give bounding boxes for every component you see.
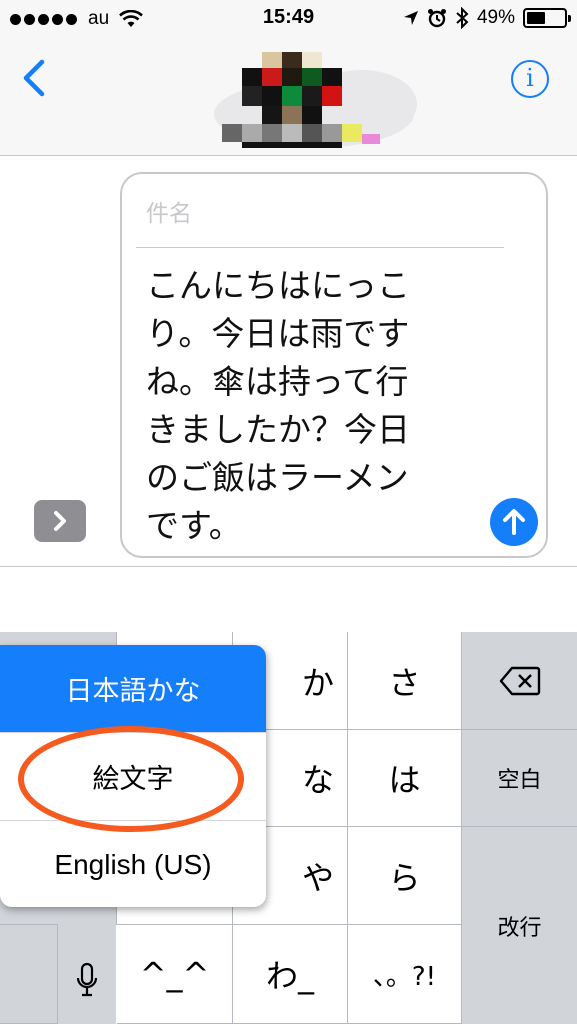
send-button[interactable] [490, 498, 538, 546]
key-ra[interactable]: ら [348, 827, 462, 925]
language-option-english[interactable]: English (US) [0, 821, 266, 907]
backspace-key[interactable] [462, 632, 577, 730]
subject-divider [136, 247, 504, 248]
info-icon[interactable]: i [511, 60, 549, 98]
avatar[interactable] [202, 52, 420, 148]
alarm-icon [427, 9, 446, 28]
compose-divider [0, 566, 577, 567]
key-ha[interactable]: は [348, 730, 462, 827]
space-key[interactable]: 空白 [462, 730, 577, 827]
enter-key[interactable]: 改行 [462, 827, 577, 1024]
arrow-up-icon [503, 509, 525, 535]
status-bar: au 15:49 49% [0, 0, 577, 40]
navigation-bar: i [0, 40, 577, 156]
battery-percent: 49% [476, 7, 515, 28]
battery-fill [527, 12, 545, 24]
chevron-right-icon [54, 511, 66, 531]
highlight-circle [18, 726, 244, 832]
key-emoticon[interactable]: ^_^ [117, 925, 233, 1024]
subject-field[interactable]: 件名 [146, 194, 192, 228]
expand-button[interactable] [34, 500, 86, 542]
key-hidden-4[interactable] [0, 925, 58, 1024]
bluetooth-icon [456, 7, 469, 29]
location-icon [403, 11, 418, 25]
microphone-icon [76, 962, 98, 996]
key-sa[interactable]: さ [348, 632, 462, 730]
key-punctuation[interactable]: 、。?! [348, 925, 462, 1024]
language-option-japanese-kana[interactable]: 日本語かな [0, 645, 266, 733]
key-wa[interactable]: わ_ [233, 925, 348, 1024]
message-text[interactable]: こんにちはにっこ り。今日は雨です ね。傘は持って行 きましたか？今日 のご飯は… [146, 262, 476, 550]
chevron-left-icon[interactable] [20, 58, 50, 98]
battery-icon [523, 8, 571, 28]
dictation-button[interactable] [58, 905, 116, 1024]
status-right: 49% [403, 7, 571, 29]
message-input[interactable]: 件名 こんにちはにっこ り。今日は雨です ね。傘は持って行 きましたか？今日 の… [120, 172, 548, 558]
backspace-icon [499, 666, 540, 695]
